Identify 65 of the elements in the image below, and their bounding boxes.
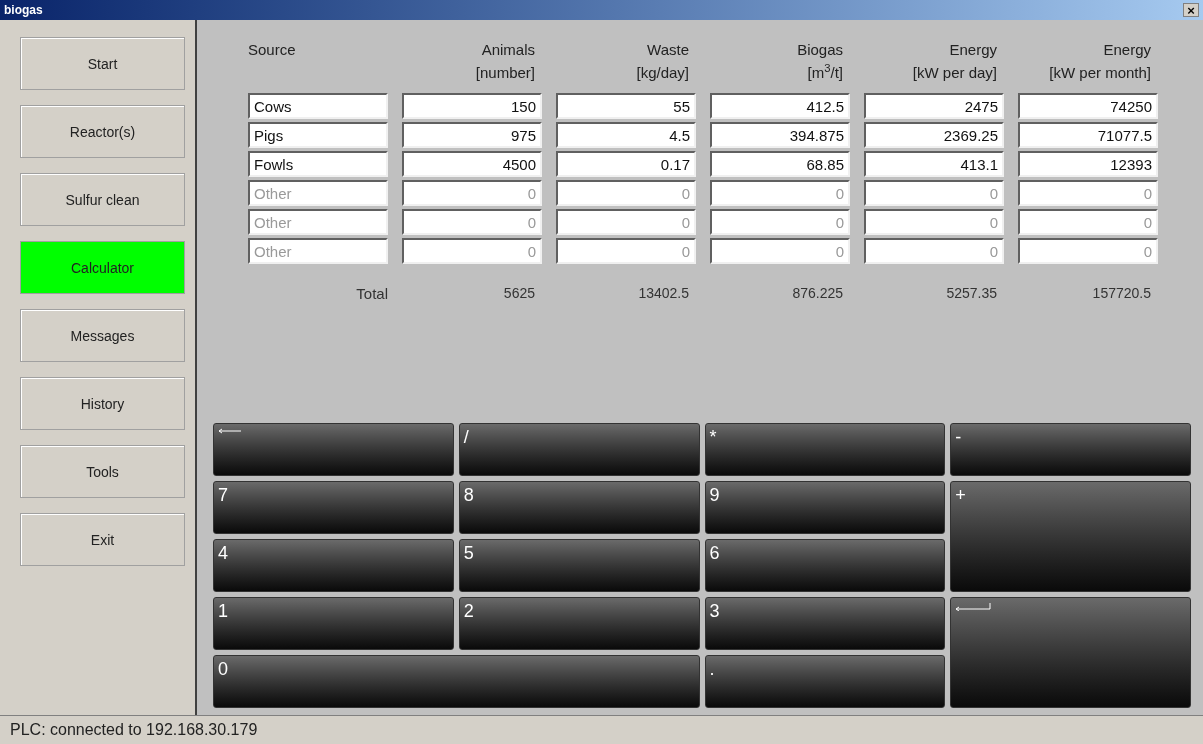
sidebar-button[interactable]: Calculator [20,241,185,294]
keypad-key[interactable] [950,597,1191,708]
sidebar-button[interactable]: Reactor(s) [20,105,185,158]
total-label: Total [355,284,388,304]
keypad-key[interactable]: 2 [458,597,700,650]
sidebar-button[interactable]: Tools [20,445,185,498]
table-field[interactable]: 74250 [1018,93,1158,119]
table-field[interactable]: 412.5 [710,93,850,119]
table-field[interactable]: 4.5 [556,122,696,148]
keypad-key[interactable]: - [950,423,1191,476]
table-field[interactable]: 71077.5 [1018,122,1158,148]
table-field[interactable]: 150 [402,93,542,119]
table-field[interactable]: 2475 [864,93,1004,119]
window-title: biogas [4,2,43,18]
table-field[interactable]: 394.875 [710,122,850,148]
total-value: 5625 [502,284,536,303]
sidebar-button[interactable]: Messages [20,309,185,362]
close-button[interactable]: × [1183,3,1199,17]
keypad-key[interactable]: 9 [704,481,946,534]
sidebar-button[interactable]: Start [20,37,185,90]
total-value: 876.225 [791,284,844,303]
total-value: 157720.5 [1091,284,1152,303]
column-unit: [kW per month] [1049,63,1151,83]
table-field[interactable]: Cows [248,93,388,119]
column-unit: [number] [475,63,535,83]
sidebar-button[interactable]: Exit [20,513,185,566]
table-field[interactable]: 55 [556,93,696,119]
column-unit: [kW per day] [912,63,997,83]
status-text: PLC: connected to 192.168.30.179 [10,720,258,740]
table-field[interactable]: 975 [402,122,542,148]
keypad-key[interactable]: * [704,423,946,476]
keypad-key[interactable]: 4 [213,539,454,592]
table-field[interactable]: Pigs [248,122,388,148]
enter-icon [955,602,992,611]
keypad-key[interactable]: + [950,481,1191,592]
column-header: Energy [1103,40,1151,60]
sidebar-button[interactable]: Sulfur clean [20,173,185,226]
keypad-key[interactable]: 0 [213,655,700,708]
table-field[interactable]: 68.85 [710,151,850,177]
table-field[interactable]: Fowls [248,151,388,177]
column-header: Biogas [797,40,843,60]
column-header: Waste [647,40,689,60]
table-field[interactable]: 4500 [402,151,542,177]
keypad-key[interactable]: 7 [213,481,454,534]
keypad-key[interactable]: / [458,423,700,476]
sidebar-button[interactable]: History [20,377,185,430]
column-unit: [m$^{3}$/t] [807,61,843,83]
total-value: 13402.5 [637,284,690,303]
keypad-key[interactable] [213,423,454,476]
table-field[interactable]: 2369.25 [864,122,1004,148]
column-header: Source [248,40,296,60]
column-unit: [kg/day] [636,63,689,83]
backspace-icon [218,428,242,434]
total-value: 5257.35 [945,284,998,303]
keypad-key[interactable]: 6 [704,539,946,592]
keypad-key[interactable]: 5 [458,539,700,592]
column-header: Animals [481,40,535,60]
keypad-key[interactable]: 3 [704,597,946,650]
keypad-key[interactable]: . [704,655,946,708]
column-header: Energy [949,40,997,60]
keypad-key[interactable]: 8 [458,481,700,534]
keypad-key[interactable]: 1 [213,597,454,650]
table-field[interactable]: 0.17 [556,151,696,177]
table-field[interactable]: 12393 [1018,151,1158,177]
table-field[interactable]: 413.1 [864,151,1004,177]
